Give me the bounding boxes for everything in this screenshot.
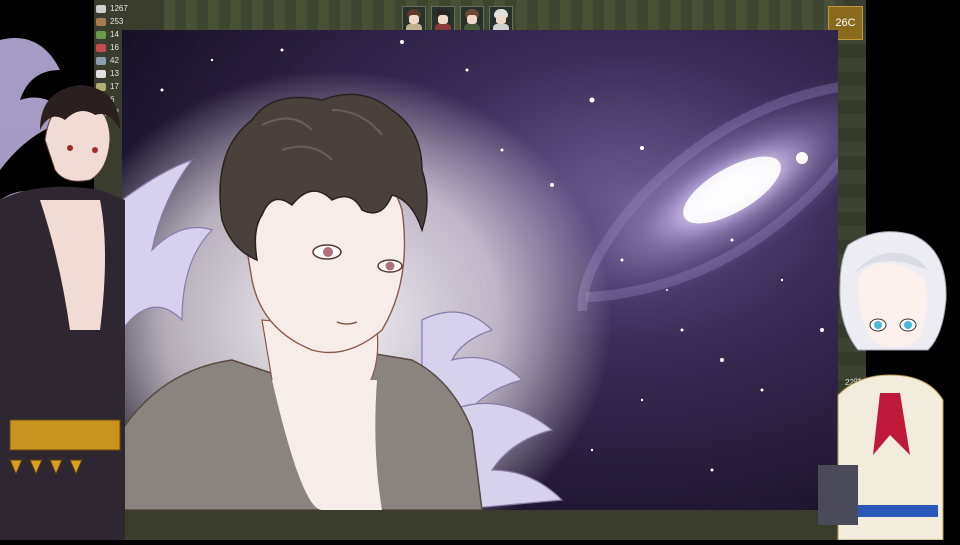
resource-row[interactable]: 1267 [96, 2, 160, 15]
portrait-right [818, 225, 960, 541]
resource-count: 253 [110, 17, 124, 26]
silver-icon [96, 4, 106, 13]
wood-icon [96, 17, 106, 26]
colonist-portrait[interactable] [431, 6, 455, 32]
space-scene [122, 30, 838, 510]
portrait-left [0, 30, 125, 540]
resource-row[interactable]: 253 [96, 15, 160, 28]
colonist-portrait[interactable] [489, 6, 513, 32]
event-cg-image [122, 30, 838, 510]
colonist-portrait[interactable] [460, 6, 484, 32]
resource-count: 1267 [110, 4, 128, 13]
colonist-portrait[interactable] [402, 6, 426, 32]
colonist-bar[interactable] [402, 6, 513, 32]
